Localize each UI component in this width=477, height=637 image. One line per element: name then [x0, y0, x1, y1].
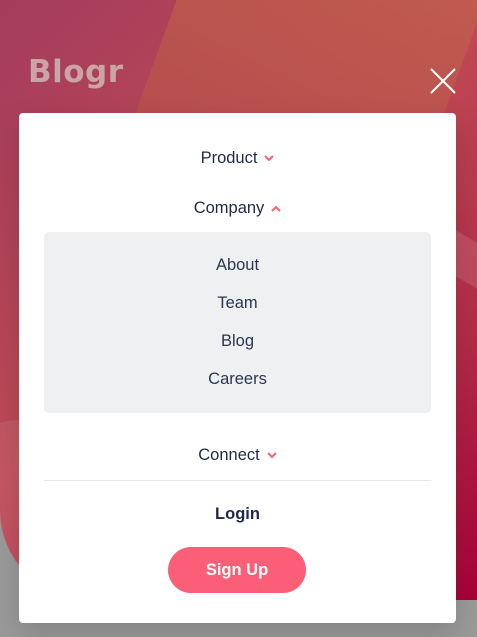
chevron-down-icon: [267, 452, 277, 459]
close-menu-button[interactable]: [428, 66, 458, 96]
nav-item-product-label: Product: [200, 149, 258, 167]
close-icon: [430, 68, 456, 94]
logo[interactable]: Blogr: [28, 54, 124, 90]
nav-item-product[interactable]: Product: [19, 149, 456, 168]
nav-item-company-label: Company: [193, 199, 265, 217]
submenu-item-about[interactable]: About: [44, 256, 431, 275]
submenu-item-careers[interactable]: Careers: [44, 370, 431, 389]
nav-item-connect-label: Connect: [198, 446, 260, 464]
nav-item-connect[interactable]: Connect: [19, 446, 456, 465]
submenu-item-blog[interactable]: Blog: [44, 332, 431, 351]
login-link[interactable]: Login: [19, 505, 456, 524]
company-submenu: About Team Blog Careers: [44, 232, 431, 413]
menu-divider: [44, 480, 431, 481]
mobile-menu: Product Company About Team Blog Careers …: [19, 113, 456, 623]
sign-up-button[interactable]: Sign Up: [168, 547, 306, 593]
nav-item-company[interactable]: Company: [19, 199, 456, 218]
chevron-up-icon: [271, 205, 282, 212]
chevron-down-icon: [264, 155, 275, 162]
submenu-item-team[interactable]: Team: [44, 294, 431, 313]
